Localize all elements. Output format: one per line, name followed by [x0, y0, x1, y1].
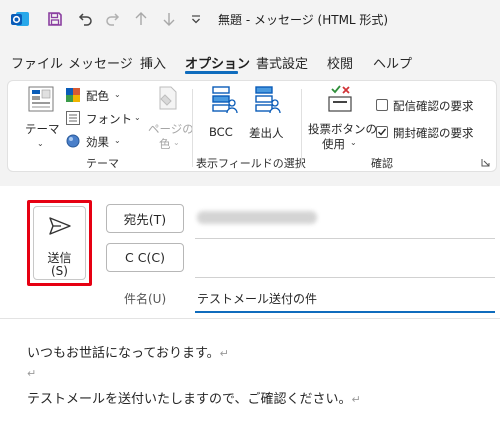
voting-label-line2: 使用 [322, 137, 345, 151]
effects-icon [66, 134, 80, 151]
ribbon-separator [192, 89, 193, 167]
colors-label: 配色 [86, 89, 109, 103]
from-button[interactable]: 差出人 [246, 85, 290, 147]
to-button[interactable]: 宛先(T) [106, 204, 184, 233]
ribbon: テーマ ⌄ 配色 ⌄ フォント ⌄ 効果 ⌄ ページの 色 ⌄ テーマ BCC … [7, 80, 497, 172]
subject-field-underline [195, 311, 495, 313]
body-line-1[interactable]: いつもお世話になっております。↵ [27, 342, 229, 361]
tab-insert[interactable]: 挿入 [140, 53, 166, 72]
undo-icon[interactable] [74, 8, 96, 30]
voting-label-line1: 投票ボタンの [308, 122, 377, 136]
request-read-receipt-checkbox[interactable]: 開封確認の要求 [376, 124, 496, 142]
group-label-show-fields: 表示フィールドの選択 [196, 157, 306, 170]
body-line-2[interactable]: ↵ [27, 366, 36, 381]
page-color-icon [156, 85, 180, 114]
to-recipient-redacted[interactable] [197, 211, 317, 224]
up-arrow-icon[interactable] [132, 8, 150, 30]
ribbon-area: テーマ ⌄ 配色 ⌄ フォント ⌄ 効果 ⌄ ページの 色 ⌄ テーマ BCC … [0, 74, 500, 180]
bcc-button[interactable]: BCC [204, 85, 244, 147]
page-color-label-line1: ページの [148, 122, 194, 136]
group-label-theme: テーマ [86, 157, 119, 170]
fonts-label: フォント [86, 112, 132, 126]
subject-input[interactable]: テストメール送付の件 [197, 290, 317, 307]
send-button-face: 送信 (S) [33, 206, 86, 280]
to-field-underline [195, 238, 495, 239]
delivery-receipt-check-box[interactable] [376, 99, 388, 111]
group-label-tracking: 確認 [371, 157, 393, 170]
send-button[interactable]: 送信 (S) [27, 200, 92, 286]
title-bar: 無題 - メッセージ (HTML 形式) [0, 0, 500, 38]
tab-review[interactable]: 校閲 [327, 53, 353, 72]
fonts-button[interactable]: フォント ⌄ [66, 109, 146, 127]
cc-field-underline [195, 277, 495, 278]
outlook-app-icon [8, 8, 32, 30]
voting-chevron-icon: ⌄ [350, 138, 357, 147]
paragraph-mark: ↵ [351, 393, 361, 406]
bcc-icon [212, 85, 238, 118]
ribbon-separator [301, 89, 302, 167]
window-title: 無題 - メッセージ (HTML 形式) [218, 13, 389, 27]
body-line-3-text: テストメールを送付いたしますので、ご確認ください。 [27, 392, 352, 407]
colors-icon [66, 88, 80, 105]
read-receipt-check-box[interactable] [376, 126, 388, 138]
effects-chevron-icon: ⌄ [114, 136, 121, 145]
redo-icon[interactable] [102, 8, 124, 30]
bcc-label: BCC [209, 125, 233, 139]
checkmark-icon [378, 128, 387, 136]
send-label-line2: (S) [51, 264, 68, 278]
voting-icon [327, 85, 353, 116]
paragraph-mark: ↵ [27, 367, 37, 380]
fonts-icon [66, 111, 80, 128]
tab-file[interactable]: ファイル [11, 53, 63, 72]
send-icon [48, 216, 72, 239]
body-line-3[interactable]: テストメールを送付いたしますので、ご確認ください。↵ [27, 388, 361, 407]
body-line-1-text: いつもお世話になっております。 [27, 346, 220, 361]
colors-button[interactable]: 配色 ⌄ [66, 86, 142, 104]
page-color-chevron-icon: ⌄ [173, 138, 180, 147]
dialog-launcher-icon[interactable] [481, 156, 490, 170]
request-delivery-receipt-checkbox[interactable]: 配信確認の要求 [376, 97, 496, 115]
theme-chevron-icon: ⌄ [37, 139, 44, 148]
effects-button[interactable]: 効果 ⌄ [66, 132, 142, 150]
theme-icon [27, 85, 55, 116]
down-arrow-icon[interactable] [160, 8, 178, 30]
page-color-label-line2: 色 [159, 137, 171, 151]
tab-message[interactable]: メッセージ [68, 53, 133, 72]
compose-divider [0, 180, 500, 186]
paragraph-mark: ↵ [219, 347, 229, 360]
theme-button[interactable]: テーマ ⌄ [20, 85, 62, 148]
tab-format-text[interactable]: 書式設定 [256, 53, 308, 72]
page-color-button[interactable]: ページの 色 ⌄ [146, 85, 194, 151]
effects-label: 効果 [86, 135, 109, 149]
customize-toolbar-icon[interactable] [188, 8, 204, 30]
colors-chevron-icon: ⌄ [114, 90, 121, 99]
delivery-receipt-label: 配信確認の要求 [393, 99, 474, 113]
tab-options[interactable]: オプション [185, 53, 250, 72]
fonts-chevron-icon: ⌄ [134, 113, 141, 122]
header-body-divider [0, 318, 500, 319]
tab-help[interactable]: ヘルプ [373, 53, 412, 72]
from-icon [255, 85, 281, 118]
menu-bar: ファイル メッセージ 挿入 オプション 書式設定 校閲 ヘルプ [0, 38, 500, 74]
save-icon[interactable] [44, 8, 66, 30]
cc-button[interactable]: C C(C) [106, 243, 184, 272]
voting-buttons-button[interactable]: 投票ボタンの 使用 ⌄ [306, 85, 377, 151]
subject-label: 件名(U) [124, 292, 167, 306]
from-label: 差出人 [249, 126, 284, 140]
read-receipt-label: 開封確認の要求 [393, 126, 474, 140]
